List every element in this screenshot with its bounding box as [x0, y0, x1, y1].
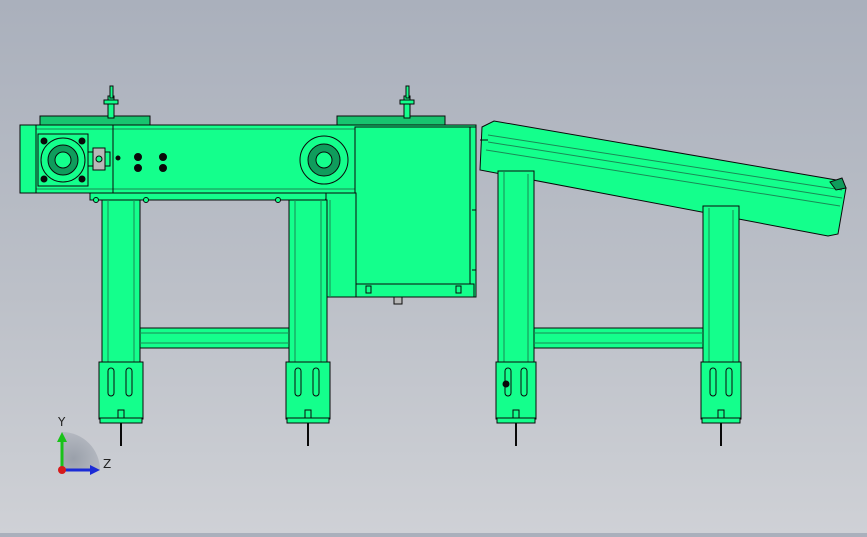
sensor-bracket [103, 85, 119, 119]
end-plate [19, 124, 37, 194]
cross-brace [139, 327, 290, 349]
x-axis-dot [58, 466, 66, 474]
support-leg [700, 205, 742, 446]
support-leg [98, 199, 144, 446]
cad-drawing: Y Z [19, 85, 847, 475]
left-conveyor [19, 85, 477, 446]
z-axis-label: Z [103, 457, 111, 471]
top-guide-plate [336, 115, 446, 126]
bearing-unit [299, 135, 349, 185]
right-conveyor [479, 120, 847, 446]
support-leg [285, 199, 331, 446]
cad-viewport[interactable]: Y Z [0, 0, 867, 533]
sensor-bracket [399, 85, 415, 119]
bearing-unit [37, 133, 89, 187]
orientation-triad: Y Z [57, 415, 111, 475]
cross-brace [533, 327, 704, 349]
top-guide-plate [39, 115, 151, 126]
support-leg [495, 170, 537, 446]
y-axis-label: Y [57, 415, 66, 429]
